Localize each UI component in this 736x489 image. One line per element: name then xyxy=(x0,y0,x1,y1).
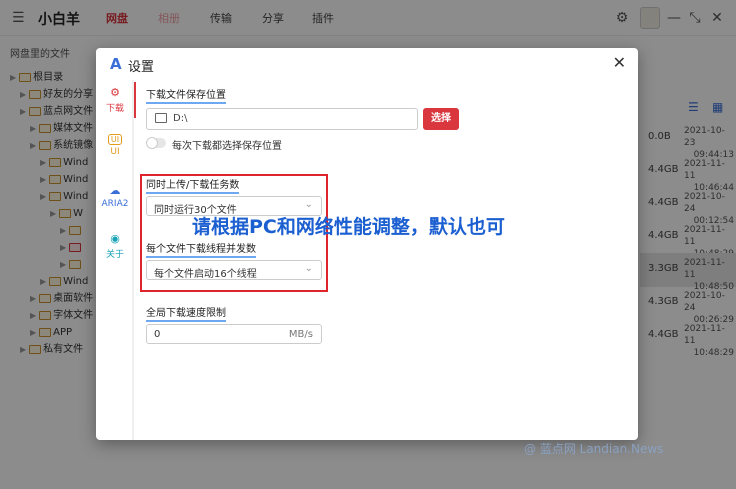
annotation-text: 请根据PC和网络性能调整，默认也可 xyxy=(192,216,505,238)
save-path-value: D:\ xyxy=(173,113,188,124)
cloud-icon: ☁ xyxy=(109,184,121,197)
threads-select[interactable]: 每个文件启动16个线程 ⌄ xyxy=(146,260,322,280)
speed-limit-label: 全局下载速度限制 xyxy=(146,304,226,322)
ask-location-label: 每次下载都选择保存位置 xyxy=(172,141,282,152)
settings-dialog: A 设置 ✕ ⚙ 下载 UI UI ☁ ARIA2 ◉ 关于 下载文件保存位置 … xyxy=(96,48,663,456)
about-icon: ◉ xyxy=(110,232,120,245)
concurrent-tasks-label: 同时上传/下载任务数 xyxy=(146,176,240,194)
folder-icon xyxy=(155,113,167,123)
save-path-field[interactable]: D:\ xyxy=(146,108,418,130)
speed-limit-unit: MB/s xyxy=(288,329,313,340)
ask-location-toggle[interactable] xyxy=(146,137,166,149)
close-icon[interactable]: ✕ xyxy=(613,53,626,72)
threads-label: 每个文件下载线程并发数 xyxy=(146,240,256,258)
select-folder-button[interactable]: 选择 xyxy=(423,108,459,130)
gear-icon: ⚙ xyxy=(110,86,120,99)
toggle-knob xyxy=(146,137,158,149)
app-logo-icon: A xyxy=(110,55,122,73)
sidebar-item-label: ARIA2 xyxy=(101,199,129,209)
threads-value: 每个文件启动16个线程 xyxy=(154,269,257,280)
chevron-down-icon: ⌄ xyxy=(304,263,313,274)
sidebar-item-about[interactable]: ◉ 关于 xyxy=(96,232,134,260)
watermark: @ 蓝点网 Landian.News xyxy=(524,442,664,456)
sidebar-item-label: UI xyxy=(110,147,120,157)
settings-sidebar: ⚙ 下载 UI UI ☁ ARIA2 ◉ 关于 xyxy=(96,80,136,440)
download-location-label: 下载文件保存位置 xyxy=(146,86,226,104)
speed-limit-value: 0 xyxy=(154,329,161,340)
speed-limit-input[interactable]: 0 MB/s xyxy=(146,324,322,344)
chevron-down-icon: ⌄ xyxy=(304,199,313,210)
sidebar-item-label: 关于 xyxy=(105,250,124,260)
sidebar-item-download[interactable]: ⚙ 下载 xyxy=(96,82,136,118)
settings-content: 下载文件保存位置 D:\ 选择 每次下载都选择保存位置 同时上传/下载任务数 同… xyxy=(140,80,663,456)
dialog-title: 设置 xyxy=(128,60,155,75)
ui-icon: UI xyxy=(108,134,122,145)
sidebar-item-aria2[interactable]: ☁ ARIA2 xyxy=(96,184,134,209)
sidebar-item-label: 下载 xyxy=(105,104,124,114)
sidebar-item-ui[interactable]: UI UI xyxy=(96,134,134,157)
